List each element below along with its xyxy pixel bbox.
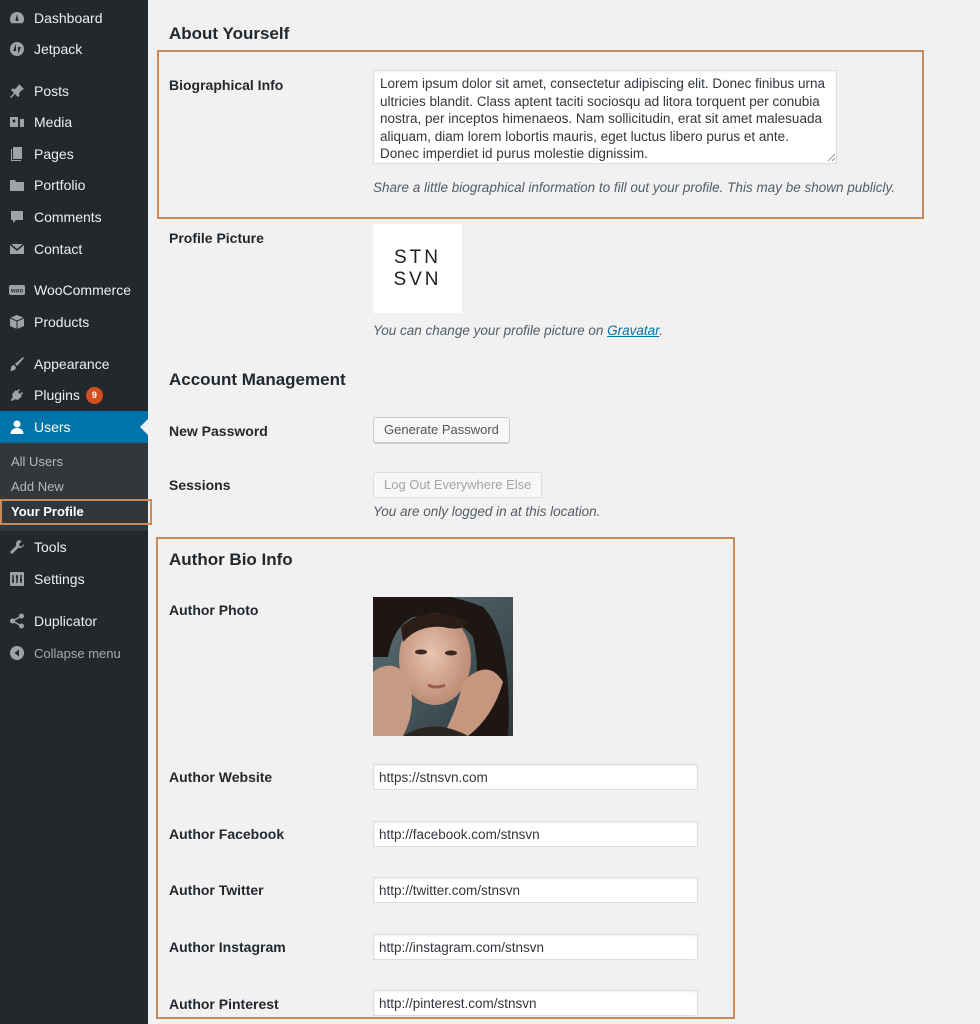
menu-media[interactable]: Media	[0, 107, 148, 137]
profile-picture-description: You can change your profile picture on G…	[373, 323, 663, 338]
menu-pages-label: Pages	[34, 146, 74, 162]
menu-contact-label: Contact	[34, 241, 83, 257]
author-bio-heading: Author Bio Info	[169, 550, 293, 569]
menu-pages[interactable]: Pages	[0, 139, 148, 169]
submenu-add-new[interactable]: Add New	[11, 479, 64, 494]
author-instagram-label: Author Instagram	[169, 939, 286, 955]
menu-appearance[interactable]: Appearance	[0, 349, 148, 379]
share-icon	[8, 612, 26, 630]
bio-textarea[interactable]: Lorem ipsum dolor sit amet, consectetur …	[373, 70, 837, 164]
gravatar-text-line2: SVN	[393, 268, 442, 290]
menu-posts[interactable]: Posts	[0, 76, 148, 106]
collapse-menu-label: Collapse menu	[34, 645, 121, 661]
author-photo-label: Author Photo	[169, 602, 259, 618]
dashboard-icon	[8, 9, 26, 27]
wrench-icon	[8, 538, 26, 556]
picture-desc-suffix: .	[659, 323, 663, 338]
menu-portfolio[interactable]: Portfolio	[0, 170, 148, 200]
author-twitter-label: Author Twitter	[169, 882, 264, 898]
menu-tools[interactable]: Tools	[0, 532, 148, 562]
author-website-input[interactable]	[373, 764, 698, 790]
menu-dashboard[interactable]: Dashboard	[0, 3, 148, 33]
submenu-all-users[interactable]: All Users	[11, 454, 63, 469]
menu-settings[interactable]: Settings	[0, 564, 148, 594]
menu-jetpack-label: Jetpack	[34, 41, 83, 57]
sessions-label: Sessions	[169, 477, 231, 493]
svg-text:woo: woo	[10, 289, 23, 295]
gravatar-link[interactable]: Gravatar	[607, 323, 659, 338]
your-profile-highlight	[0, 499, 152, 525]
menu-users[interactable]: Users	[0, 411, 148, 443]
author-instagram-input[interactable]	[373, 934, 698, 960]
collapse-menu-button[interactable]: Collapse menu	[0, 638, 148, 668]
plugin-icon	[8, 386, 26, 404]
menu-users-label: Users	[34, 419, 71, 435]
pages-icon	[8, 145, 26, 163]
mail-icon	[8, 240, 26, 258]
gravatar-text-line1: STN	[394, 246, 441, 268]
author-facebook-input[interactable]	[373, 821, 698, 847]
menu-duplicator[interactable]: Duplicator	[0, 606, 148, 636]
author-facebook-label: Author Facebook	[169, 826, 285, 842]
menu-portfolio-label: Portfolio	[34, 177, 86, 193]
picture-desc-text: You can change your profile picture on	[373, 323, 608, 338]
author-pinterest-input[interactable]	[373, 990, 698, 1016]
collapse-icon	[8, 644, 26, 662]
menu-appearance-label: Appearance	[34, 356, 110, 372]
menu-media-label: Media	[34, 114, 73, 130]
menu-comments-label: Comments	[34, 209, 102, 225]
menu-plugins[interactable]: Plugins 9	[0, 380, 148, 410]
menu-tools-label: Tools	[34, 539, 67, 555]
comment-icon	[8, 208, 26, 226]
menu-duplicator-label: Duplicator	[34, 613, 98, 629]
author-photo	[373, 597, 513, 736]
menu-woocommerce-label: WooCommerce	[34, 282, 131, 298]
resize-grip-icon[interactable]	[827, 153, 836, 162]
folder-icon	[8, 176, 26, 194]
user-icon	[8, 418, 26, 436]
settings-icon	[8, 570, 26, 588]
sessions-description: You are only logged in at this location.	[373, 504, 601, 519]
bio-description: Share a little biographical information …	[373, 180, 896, 195]
pin-icon	[8, 82, 26, 100]
brush-icon	[8, 355, 26, 373]
menu-products[interactable]: Products	[0, 307, 148, 337]
author-website-label: Author Website	[169, 769, 273, 785]
plugins-update-badge: 9	[85, 386, 103, 404]
woocommerce-icon: woo	[8, 281, 26, 299]
author-twitter-input[interactable]	[373, 877, 698, 903]
menu-plugins-label: Plugins	[34, 387, 80, 403]
menu-dashboard-label: Dashboard	[34, 10, 103, 26]
new-password-label: New Password	[169, 423, 268, 439]
logout-everywhere-button[interactable]: Log Out Everywhere Else	[373, 472, 543, 498]
generate-password-button[interactable]: Generate Password	[373, 417, 510, 443]
menu-comments[interactable]: Comments	[0, 202, 148, 232]
profile-picture-label: Profile Picture	[169, 230, 264, 246]
profile-picture: STN SVN	[373, 224, 462, 313]
jetpack-icon	[8, 40, 26, 58]
products-icon	[8, 313, 26, 331]
menu-posts-label: Posts	[34, 83, 70, 99]
menu-settings-label: Settings	[34, 571, 85, 587]
bio-label: Biographical Info	[169, 77, 284, 93]
menu-contact[interactable]: Contact	[0, 234, 148, 264]
menu-woocommerce[interactable]: woo WooCommerce	[0, 275, 148, 305]
media-icon	[8, 113, 26, 131]
author-pinterest-label: Author Pinterest	[169, 996, 279, 1012]
about-yourself-heading: About Yourself	[169, 24, 290, 43]
account-management-heading: Account Management	[169, 370, 346, 389]
menu-jetpack[interactable]: Jetpack	[0, 34, 148, 64]
menu-products-label: Products	[34, 314, 90, 330]
